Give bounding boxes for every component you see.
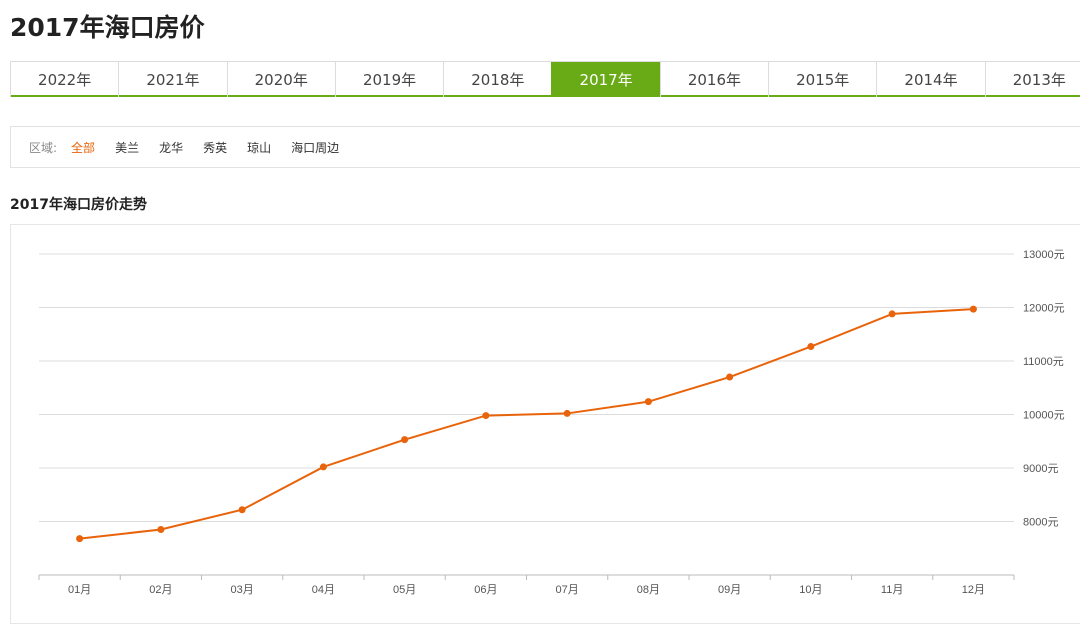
tab-2013[interactable]: 2013年 (984, 62, 1080, 97)
region-item-meilan[interactable]: 美兰 (115, 139, 139, 156)
region-item-all[interactable]: 全部 (71, 139, 95, 156)
x-tick-label: 05月 (393, 584, 416, 596)
x-tick-label: 12月 (962, 584, 985, 596)
y-tick-label: 12000元 (1023, 303, 1065, 315)
x-tick-label: 09月 (718, 584, 741, 596)
tab-2018[interactable]: 2018年 (443, 62, 551, 97)
data-point (888, 310, 896, 318)
tab-2019[interactable]: 2019年 (334, 62, 443, 97)
region-label: 区域: (29, 140, 58, 155)
tab-2015[interactable]: 2015年 (768, 62, 876, 97)
data-point (238, 506, 246, 514)
y-tick-label: 8000元 (1023, 517, 1058, 529)
x-tick-label: 06月 (474, 584, 497, 596)
tab-2020[interactable]: 2020年 (226, 62, 335, 97)
x-tick-label: 01月 (68, 584, 91, 596)
region-item-haikou-surroundings[interactable]: 海口周边 (291, 139, 339, 156)
y-tick-label: 9000元 (1023, 463, 1058, 475)
data-point (482, 412, 490, 420)
tab-2014[interactable]: 2014年 (876, 62, 984, 97)
y-tick-label: 11000元 (1023, 356, 1064, 368)
x-tick-label: 04月 (312, 584, 335, 596)
chart-container: 8000元 9000元 10000元 11000元 12000元 13000元 01月 02月… (10, 224, 1080, 624)
page-title: 2017年海口房价 (10, 13, 205, 42)
chart-title: 2017年海口房价走势 (10, 197, 147, 213)
data-point (726, 373, 734, 381)
data-point (401, 436, 409, 444)
tab-2016[interactable]: 2016年 (659, 62, 768, 97)
data-point (76, 535, 84, 543)
series-line (79, 308, 974, 540)
y-tick-label: 13000元 (1023, 249, 1065, 261)
tab-2021[interactable]: 2021年 (118, 62, 226, 97)
data-point (563, 409, 571, 417)
x-tick-label: 11月 (881, 584, 903, 596)
x-tick-label: 08月 (637, 584, 660, 596)
data-point (157, 526, 165, 534)
x-tick-label: 03月 (231, 584, 254, 596)
x-tick-label: 02月 (149, 584, 172, 596)
data-point (807, 343, 815, 351)
data-point (319, 463, 327, 471)
region-item-xiuying[interactable]: 秀英 (203, 139, 227, 156)
x-tick-label: 10月 (799, 584, 822, 596)
tab-2022[interactable]: 2022年 (10, 62, 118, 97)
tab-2017[interactable]: 2017年 (551, 62, 660, 97)
region-item-qiongshan[interactable]: 琼山 (247, 139, 271, 156)
region-filter-bar: 区域: 全部 美兰 龙华 秀英 琼山 海口周边 (10, 126, 1080, 168)
region-item-longhua[interactable]: 龙华 (159, 139, 183, 156)
year-tabs: 2022年 2021年 2020年 2019年 2018年 2017年 2016… (10, 61, 1080, 97)
y-tick-label: 10000元 (1023, 410, 1065, 422)
x-tick-label: 07月 (556, 584, 579, 596)
data-point (644, 398, 652, 406)
data-point (969, 305, 977, 313)
price-trend-chart: 8000元 9000元 10000元 11000元 12000元 13000元 01月 02月… (38, 249, 1065, 596)
